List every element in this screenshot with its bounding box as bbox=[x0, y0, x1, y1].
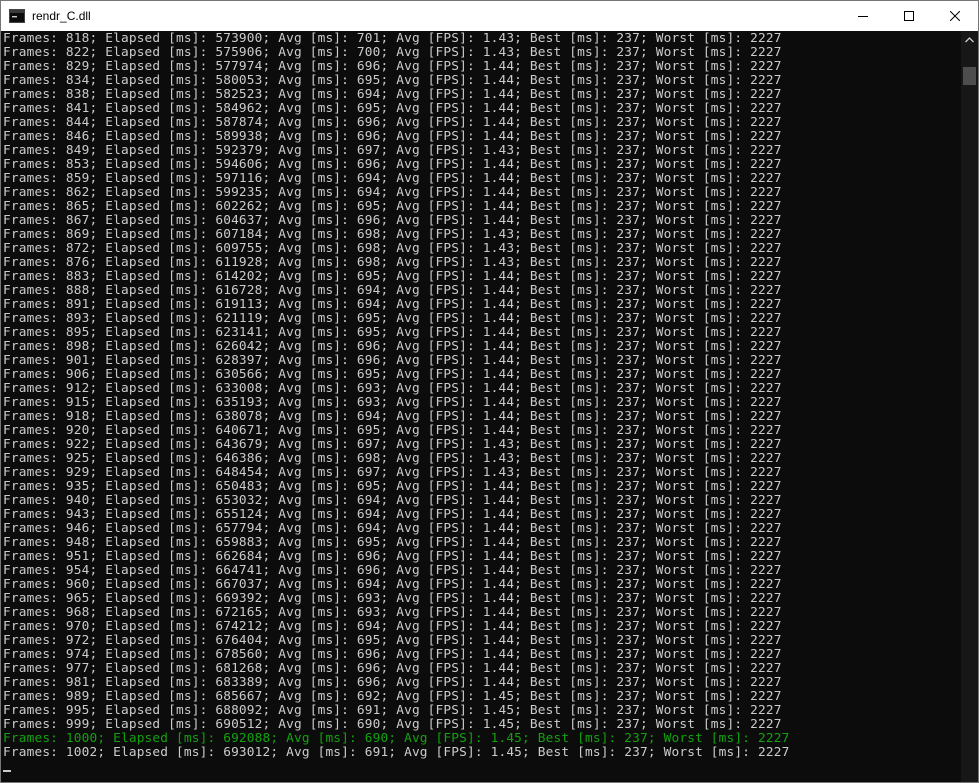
log-line: Frames: 895; Elapsed [ms]: 623141; Avg [… bbox=[3, 325, 782, 340]
minimize-button[interactable] bbox=[840, 1, 886, 31]
log-line: Frames: 981; Elapsed [ms]: 683389; Avg [… bbox=[3, 675, 782, 690]
vertical-scrollbar[interactable] bbox=[961, 31, 978, 782]
log-line: Frames: 1000; Elapsed [ms]: 692088; Avg … bbox=[3, 731, 790, 746]
log-line: Frames: 888; Elapsed [ms]: 616728; Avg [… bbox=[3, 283, 782, 298]
log-line: Frames: 846; Elapsed [ms]: 589938; Avg [… bbox=[3, 129, 782, 144]
scrollbar-thumb[interactable] bbox=[963, 67, 976, 85]
log-line: Frames: 818; Elapsed [ms]: 573900; Avg [… bbox=[3, 31, 782, 46]
log-line: Frames: 951; Elapsed [ms]: 662684; Avg [… bbox=[3, 549, 782, 564]
log-line: Frames: 989; Elapsed [ms]: 685667; Avg [… bbox=[3, 689, 782, 704]
title-bar[interactable]: rendr_C.dll bbox=[1, 1, 978, 31]
log-line: Frames: 898; Elapsed [ms]: 626042; Avg [… bbox=[3, 339, 782, 354]
minimize-icon bbox=[858, 16, 868, 17]
log-line: Frames: 918; Elapsed [ms]: 638078; Avg [… bbox=[3, 409, 782, 424]
log-line: Frames: 869; Elapsed [ms]: 607184; Avg [… bbox=[3, 227, 782, 242]
log-line: Frames: 974; Elapsed [ms]: 678560; Avg [… bbox=[3, 647, 782, 662]
maximize-button[interactable] bbox=[886, 1, 932, 31]
text-cursor bbox=[3, 770, 11, 772]
log-line: Frames: 883; Elapsed [ms]: 614202; Avg [… bbox=[3, 269, 782, 284]
log-line: Frames: 893; Elapsed [ms]: 621119; Avg [… bbox=[3, 311, 782, 326]
log-line: Frames: 915; Elapsed [ms]: 635193; Avg [… bbox=[3, 395, 782, 410]
log-line: Frames: 968; Elapsed [ms]: 672165; Avg [… bbox=[3, 605, 782, 620]
scroll-up-button[interactable] bbox=[961, 31, 978, 48]
log-line: Frames: 838; Elapsed [ms]: 582523; Avg [… bbox=[3, 87, 782, 102]
log-line: Frames: 943; Elapsed [ms]: 655124; Avg [… bbox=[3, 507, 782, 522]
close-icon bbox=[950, 11, 960, 21]
log-line: Frames: 965; Elapsed [ms]: 669392; Avg [… bbox=[3, 591, 782, 606]
log-line: Frames: 912; Elapsed [ms]: 633008; Avg [… bbox=[3, 381, 782, 396]
log-line: Frames: 948; Elapsed [ms]: 659883; Avg [… bbox=[3, 535, 782, 550]
log-line: Frames: 844; Elapsed [ms]: 587874; Avg [… bbox=[3, 115, 782, 130]
log-line: Frames: 849; Elapsed [ms]: 592379; Avg [… bbox=[3, 143, 782, 158]
log-line: Frames: 995; Elapsed [ms]: 688092; Avg [… bbox=[3, 703, 782, 718]
log-line: Frames: 859; Elapsed [ms]: 597116; Avg [… bbox=[3, 171, 782, 186]
log-line: Frames: 920; Elapsed [ms]: 640671; Avg [… bbox=[3, 423, 782, 438]
log-line: Frames: 865; Elapsed [ms]: 602262; Avg [… bbox=[3, 199, 782, 214]
log-line: Frames: 925; Elapsed [ms]: 646386; Avg [… bbox=[3, 451, 782, 466]
log-line: Frames: 841; Elapsed [ms]: 584962; Avg [… bbox=[3, 101, 782, 116]
log-line: Frames: 970; Elapsed [ms]: 674212; Avg [… bbox=[3, 619, 782, 634]
log-line: Frames: 960; Elapsed [ms]: 667037; Avg [… bbox=[3, 577, 782, 592]
log-line: Frames: 935; Elapsed [ms]: 650483; Avg [… bbox=[3, 479, 782, 494]
log-line: Frames: 977; Elapsed [ms]: 681268; Avg [… bbox=[3, 661, 782, 676]
window-controls bbox=[840, 1, 978, 31]
log-line: Frames: 862; Elapsed [ms]: 599235; Avg [… bbox=[3, 185, 782, 200]
log-line: Frames: 999; Elapsed [ms]: 690512; Avg [… bbox=[3, 717, 782, 732]
log-line: Frames: 834; Elapsed [ms]: 580053; Avg [… bbox=[3, 73, 782, 88]
maximize-icon bbox=[904, 11, 914, 21]
log-line: Frames: 876; Elapsed [ms]: 611928; Avg [… bbox=[3, 255, 782, 270]
close-button[interactable] bbox=[932, 1, 978, 31]
log-line: Frames: 872; Elapsed [ms]: 609755; Avg [… bbox=[3, 241, 782, 256]
log-line: Frames: 901; Elapsed [ms]: 628397; Avg [… bbox=[3, 353, 782, 368]
log-line: Frames: 929; Elapsed [ms]: 648454; Avg [… bbox=[3, 465, 782, 480]
log-line: Frames: 922; Elapsed [ms]: 643679; Avg [… bbox=[3, 437, 782, 452]
log-line: Frames: 1002; Elapsed [ms]: 693012; Avg … bbox=[3, 745, 790, 760]
log-line: Frames: 829; Elapsed [ms]: 577974; Avg [… bbox=[3, 59, 782, 74]
console-app-icon[interactable] bbox=[9, 8, 25, 24]
scroll-up-arrow-icon bbox=[965, 36, 974, 42]
console-output[interactable]: Frames: 818; Elapsed [ms]: 573900; Avg [… bbox=[1, 31, 961, 782]
log-line: Frames: 946; Elapsed [ms]: 657794; Avg [… bbox=[3, 521, 782, 536]
log-line: Frames: 867; Elapsed [ms]: 604637; Avg [… bbox=[3, 213, 782, 228]
log-line: Frames: 822; Elapsed [ms]: 575906; Avg [… bbox=[3, 45, 782, 60]
log-line: Frames: 940; Elapsed [ms]: 653032; Avg [… bbox=[3, 493, 782, 508]
log-line: Frames: 972; Elapsed [ms]: 676404; Avg [… bbox=[3, 633, 782, 648]
log-line: Frames: 891; Elapsed [ms]: 619113; Avg [… bbox=[3, 297, 782, 312]
console-window: rendr_C.dll Frames: 818; Elapsed [ms]: 5… bbox=[0, 0, 979, 783]
log-line: Frames: 906; Elapsed [ms]: 630566; Avg [… bbox=[3, 367, 782, 382]
log-line: Frames: 853; Elapsed [ms]: 594606; Avg [… bbox=[3, 157, 782, 172]
window-title: rendr_C.dll bbox=[32, 9, 91, 23]
log-line: Frames: 954; Elapsed [ms]: 664741; Avg [… bbox=[3, 563, 782, 578]
